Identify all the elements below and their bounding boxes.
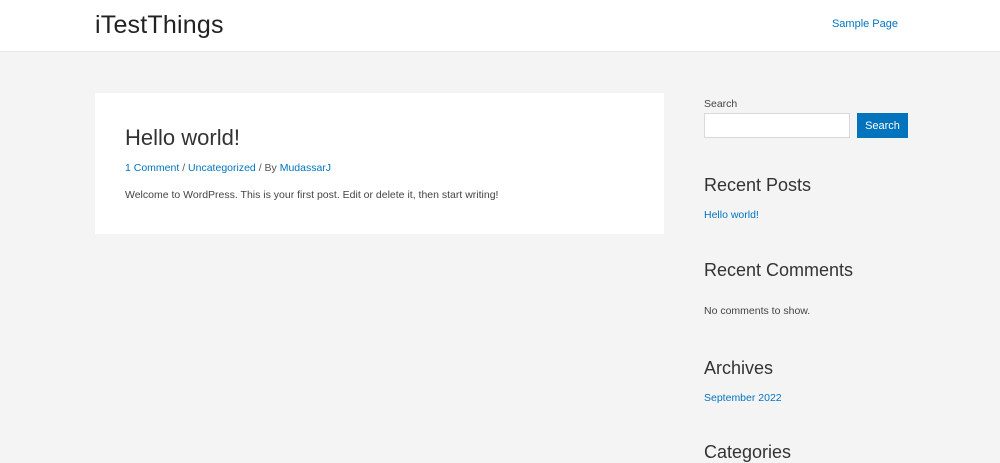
- category-link[interactable]: Uncategorized: [188, 162, 256, 174]
- site-title[interactable]: iTestThings: [95, 11, 224, 40]
- search-input[interactable]: [704, 113, 850, 138]
- recent-comments-title: Recent Comments: [704, 260, 854, 280]
- search-label: Search: [704, 98, 738, 110]
- post-title[interactable]: Hello world!: [125, 125, 240, 151]
- meta-separator: /: [182, 162, 186, 174]
- no-comments-text: No comments to show.: [704, 305, 811, 317]
- post-meta: 1 Comment / Uncategorized / By MudassarJ: [125, 162, 331, 174]
- post-excerpt: Welcome to WordPress. This is your first…: [125, 189, 499, 201]
- categories-title: Categories: [704, 442, 792, 462]
- comments-link[interactable]: 1 Comment: [125, 162, 179, 174]
- archives-title: Archives: [704, 358, 774, 378]
- recent-posts-title: Recent Posts: [704, 175, 812, 195]
- post-card: Hello world! 1 Comment / Uncategorized /…: [95, 93, 664, 234]
- search-button[interactable]: Search: [857, 113, 908, 138]
- recent-post-link[interactable]: Hello world!: [704, 209, 759, 221]
- author-link[interactable]: MudassarJ: [280, 162, 331, 174]
- archive-link[interactable]: September 2022: [704, 392, 782, 404]
- sidebar: Search Search Recent Posts Hello world! …: [704, 0, 914, 462]
- meta-by: / By: [258, 162, 277, 174]
